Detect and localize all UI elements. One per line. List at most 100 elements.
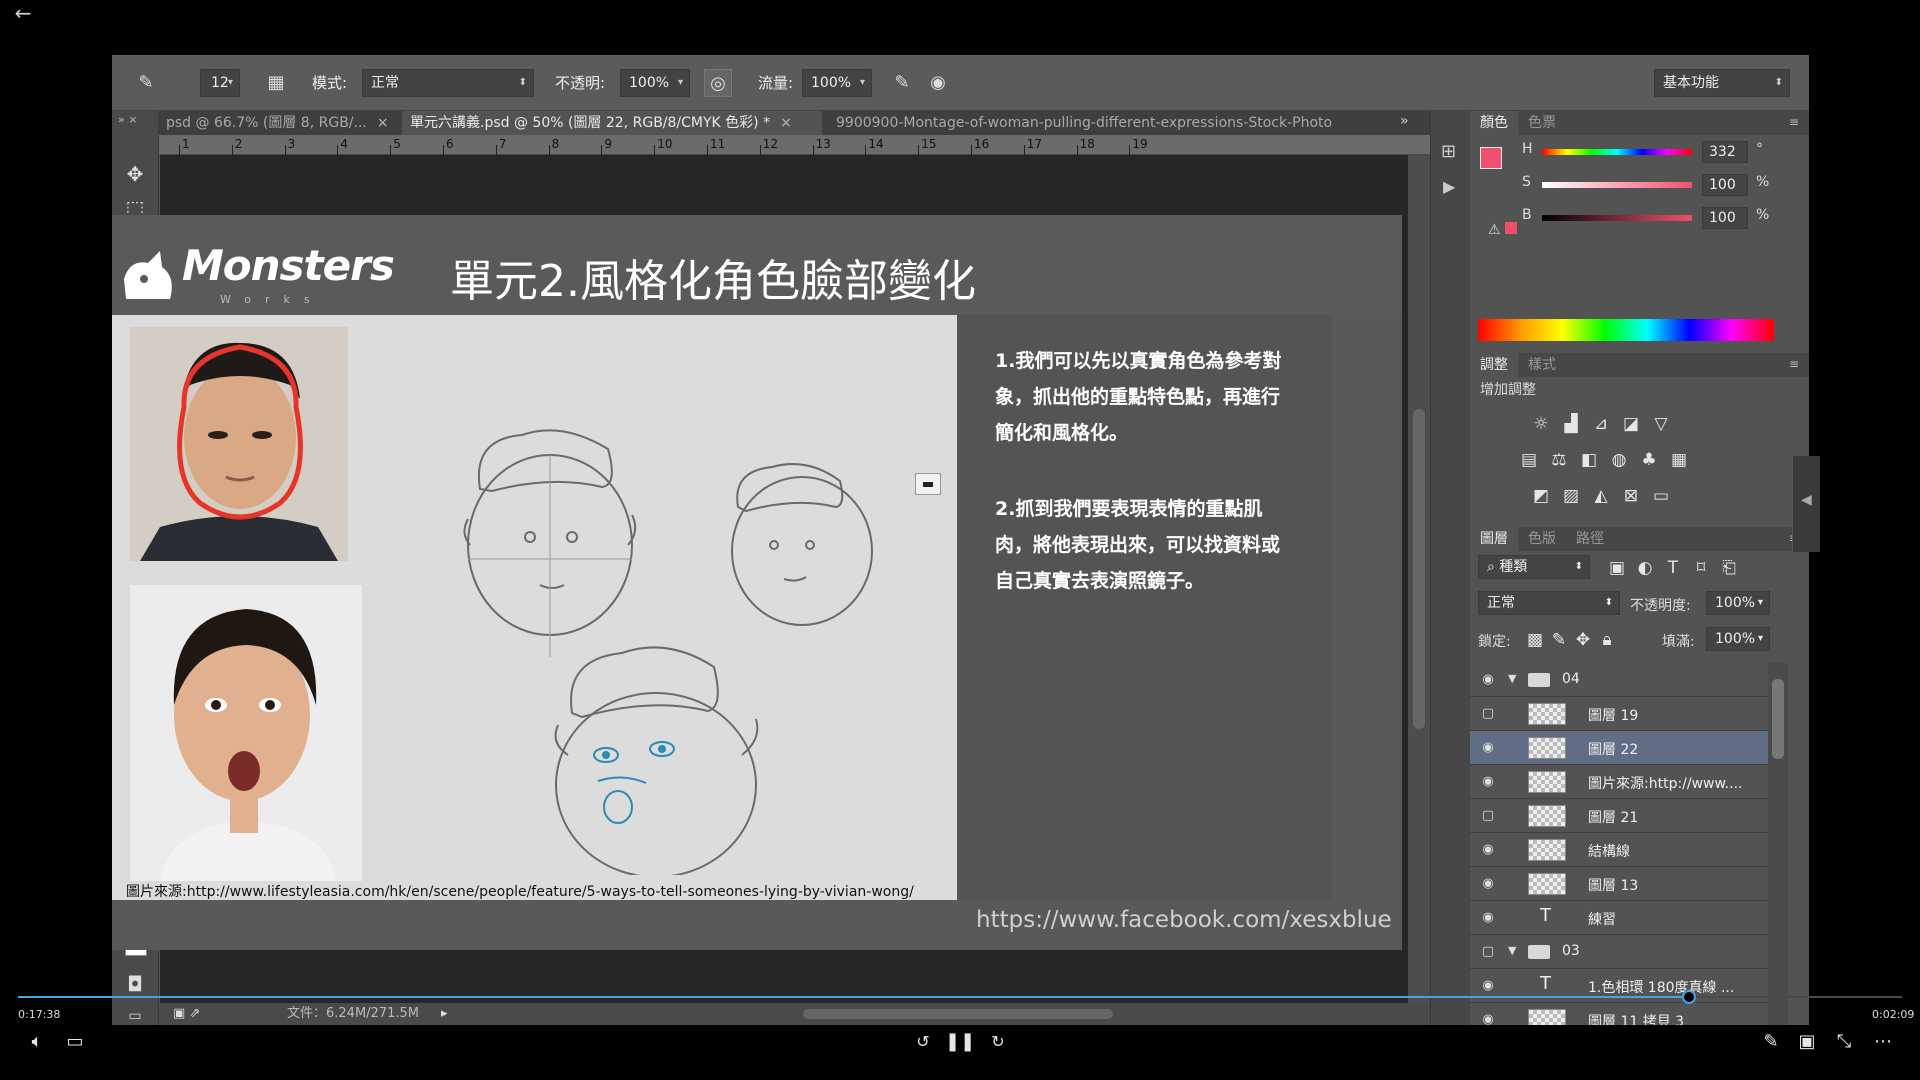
- eye-icon[interactable]: ◉: [1480, 672, 1496, 688]
- history-panel-icon[interactable]: ⊞: [1441, 141, 1456, 162]
- filter-pixel-icon[interactable]: ▣: [1606, 557, 1628, 579]
- mode-select[interactable]: 正常 ⬍: [362, 69, 534, 97]
- eye-icon[interactable]: ◉: [1480, 842, 1496, 858]
- actions-panel-icon[interactable]: ▶: [1443, 177, 1455, 196]
- tab-swatches[interactable]: 色票: [1518, 111, 1566, 135]
- tab-document-1[interactable]: psd @ 66.7% (圖層 8, RGB/... ×: [158, 111, 398, 135]
- eye-icon[interactable]: ◉: [1480, 910, 1496, 926]
- channel-mixer-adjust-icon[interactable]: ♣: [1638, 449, 1660, 471]
- tab-document-3[interactable]: 9900900-Montage-of-woman-pulling-differe…: [828, 111, 1348, 135]
- selective-color-adjust-icon[interactable]: ⊠: [1620, 485, 1642, 507]
- hidden-eye-icon[interactable]: ▢: [1480, 706, 1496, 722]
- side-flyout-handle[interactable]: ◀: [1792, 456, 1820, 552]
- airbrush-icon[interactable]: ✎: [888, 69, 916, 97]
- brightness-value-field[interactable]: 100: [1702, 207, 1748, 229]
- move-tool-icon[interactable]: ✥: [120, 159, 150, 189]
- photo-filter-adjust-icon[interactable]: ◍: [1608, 449, 1630, 471]
- levels-adjust-icon[interactable]: ▟: [1560, 413, 1582, 435]
- tab-styles[interactable]: 樣式: [1518, 353, 1566, 377]
- pressure-size-icon[interactable]: ◉: [924, 69, 952, 97]
- bw-adjust-icon[interactable]: ◧: [1578, 449, 1600, 471]
- color-spectrum-bar[interactable]: [1478, 319, 1774, 341]
- posterize-adjust-icon[interactable]: ▨: [1560, 485, 1582, 507]
- layer-row[interactable]: ◉ 圖層 22: [1470, 731, 1768, 765]
- threshold-adjust-icon[interactable]: ◭: [1590, 485, 1612, 507]
- brush-tool-icon[interactable]: ✎: [132, 69, 160, 97]
- tab-color[interactable]: 顏色: [1470, 111, 1518, 135]
- curves-adjust-icon[interactable]: ⊿: [1590, 413, 1612, 435]
- eye-icon[interactable]: ◉: [1480, 740, 1496, 756]
- layer-row[interactable]: ◉ 圖層 13: [1470, 867, 1768, 901]
- mini-view-icon[interactable]: ▣: [1792, 1028, 1822, 1056]
- saturation-slider[interactable]: [1542, 182, 1692, 188]
- hue-slider[interactable]: [1542, 149, 1692, 155]
- back-arrow-icon[interactable]: ←: [10, 2, 36, 28]
- canvas-vertical-scrollbar[interactable]: [1408, 155, 1430, 1025]
- color-balance-adjust-icon[interactable]: ⚖: [1548, 449, 1570, 471]
- exposure-adjust-icon[interactable]: ◪: [1620, 413, 1642, 435]
- hue-sat-adjust-icon[interactable]: ▤: [1518, 449, 1540, 471]
- fill-field[interactable]: 100% ▾: [1706, 627, 1770, 651]
- opacity-field[interactable]: 100% ▾: [620, 69, 690, 97]
- layer-group-row[interactable]: ◉ ▼ 04: [1470, 663, 1768, 697]
- lock-transparency-icon[interactable]: ▩: [1524, 629, 1546, 651]
- tab-layers[interactable]: 圖層: [1470, 527, 1518, 551]
- layer-row[interactable]: ◉ 圖片來源:http://www....: [1470, 765, 1768, 799]
- captions-icon[interactable]: ▭: [60, 1028, 90, 1056]
- layer-row[interactable]: ▢ 圖層 21: [1470, 799, 1768, 833]
- brightness-adjust-icon[interactable]: ☼: [1530, 413, 1552, 435]
- exit-fullscreen-icon[interactable]: ⤡: [1829, 1028, 1859, 1056]
- layers-scroll-thumb[interactable]: [1772, 679, 1784, 759]
- seek-handle[interactable]: [1682, 990, 1697, 1004]
- layer-row[interactable]: ◉ T 練習: [1470, 901, 1768, 935]
- layers-scrollbar[interactable]: [1768, 663, 1788, 1025]
- flow-field[interactable]: 100% ▾: [802, 69, 872, 97]
- color-lookup-adjust-icon[interactable]: ▦: [1668, 449, 1690, 471]
- hidden-eye-icon[interactable]: ▢: [1480, 808, 1496, 824]
- lock-position-icon[interactable]: ✥: [1572, 629, 1594, 651]
- scrollbar-thumb[interactable]: [1413, 409, 1425, 729]
- more-tabs-icon[interactable]: »: [1400, 113, 1409, 129]
- filter-adjust-icon[interactable]: ◐: [1634, 557, 1656, 579]
- layer-filter-select[interactable]: ⌕ 種類 ⬍: [1478, 555, 1590, 579]
- tab-paths[interactable]: 路徑: [1566, 527, 1614, 551]
- color-panel-menu-icon[interactable]: ≡: [1789, 115, 1799, 129]
- layer-group-row[interactable]: ▢ ▼ 03: [1470, 935, 1768, 969]
- eye-icon[interactable]: ◉: [1480, 774, 1496, 790]
- lock-all-icon[interactable]: 🔒︎: [1596, 629, 1618, 651]
- annotation-note-icon[interactable]: [915, 473, 941, 495]
- layer-row[interactable]: ▢ 圖層 19: [1470, 697, 1768, 731]
- gradient-map-adjust-icon[interactable]: ▭: [1650, 485, 1672, 507]
- hidden-eye-icon[interactable]: ▢: [1480, 944, 1496, 960]
- brush-size-picker[interactable]: 12 ▾: [200, 69, 240, 97]
- pause-icon[interactable]: ❚❚: [945, 1028, 975, 1056]
- vibrance-adjust-icon[interactable]: ▽: [1650, 413, 1672, 435]
- color-fg-swatch[interactable]: [1480, 147, 1502, 169]
- invert-adjust-icon[interactable]: ◩: [1530, 485, 1552, 507]
- pressure-opacity-icon[interactable]: ◎: [704, 69, 732, 97]
- brush-panel-icon[interactable]: ▦: [262, 69, 290, 97]
- filter-shape-icon[interactable]: ⌑: [1690, 557, 1712, 579]
- skip-forward-30-icon[interactable]: ↻: [983, 1028, 1013, 1056]
- toolbox-collapse-icon[interactable]: » ×: [118, 113, 137, 126]
- tab-channels[interactable]: 色版: [1518, 527, 1566, 551]
- filter-smart-icon[interactable]: ⎗: [1718, 557, 1740, 579]
- eye-icon[interactable]: ◉: [1480, 876, 1496, 892]
- filter-type-icon[interactable]: T: [1662, 557, 1684, 579]
- saturation-value-field[interactable]: 100: [1702, 174, 1748, 196]
- workspace-select[interactable]: 基本功能 ⬍: [1654, 69, 1790, 97]
- volume-icon[interactable]: 🔈︎: [22, 1028, 52, 1056]
- lock-pixels-icon[interactable]: ✎: [1548, 629, 1570, 651]
- edit-pen-icon[interactable]: ✎: [1756, 1028, 1786, 1056]
- hue-value-field[interactable]: 332: [1702, 141, 1748, 163]
- brightness-slider[interactable]: [1542, 215, 1692, 221]
- blend-mode-select[interactable]: 正常 ⬍: [1478, 591, 1620, 615]
- more-options-icon[interactable]: ⋯: [1868, 1028, 1898, 1056]
- skip-back-10-icon[interactable]: ↺: [908, 1028, 938, 1056]
- layer-row[interactable]: ◉ 結構線: [1470, 833, 1768, 867]
- group-expand-icon[interactable]: ▼: [1508, 944, 1516, 957]
- layer-opacity-field[interactable]: 100% ▾: [1706, 591, 1770, 615]
- tab-document-2[interactable]: 單元六講義.psd @ 50% (圖層 22, RGB/8/CMYK 色彩) *…: [402, 111, 822, 135]
- group-expand-icon[interactable]: ▼: [1508, 672, 1516, 685]
- tab-adjustments[interactable]: 調整: [1470, 353, 1518, 377]
